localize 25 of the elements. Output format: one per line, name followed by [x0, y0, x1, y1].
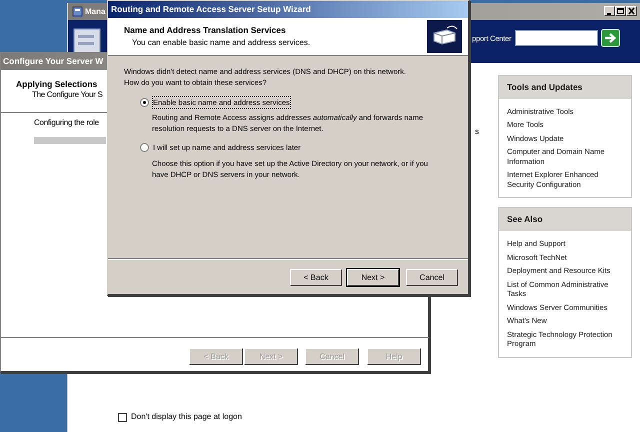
text-fragment: s [475, 126, 479, 138]
maximize-icon [616, 7, 625, 15]
back-button[interactable]: < Back [290, 269, 342, 286]
wizard-heading: Name and Address Translation Services [124, 24, 287, 37]
wizard-subheading: You can enable basic name and address services. [131, 36, 310, 49]
wizard-subheading: The Configure Your S [32, 89, 102, 101]
close-button[interactable] [626, 6, 637, 16]
minimize-button[interactable] [604, 6, 615, 16]
wizard-heading: Applying Selections [16, 78, 98, 91]
window-title: Routing and Remote Access Server Setup Wizard [108, 1, 468, 18]
window-icon [72, 6, 83, 17]
radio-button[interactable] [140, 98, 149, 107]
panel-title: Tools and Updates [499, 76, 631, 99]
status-text: Configuring the role [34, 117, 99, 129]
checkbox-label: Don't display this page at logon [131, 411, 242, 423]
radio-button[interactable] [140, 143, 149, 152]
window-title: Mana [85, 6, 106, 18]
panel-title: See Also [499, 208, 631, 231]
search-field[interactable] [515, 30, 598, 46]
next-button[interactable]: Next > [347, 269, 399, 286]
close-icon [627, 7, 636, 15]
cancel-button[interactable]: Cancel [406, 269, 458, 286]
checkbox[interactable] [118, 412, 127, 422]
maximize-button[interactable] [615, 6, 626, 16]
go-button[interactable] [601, 29, 620, 47]
